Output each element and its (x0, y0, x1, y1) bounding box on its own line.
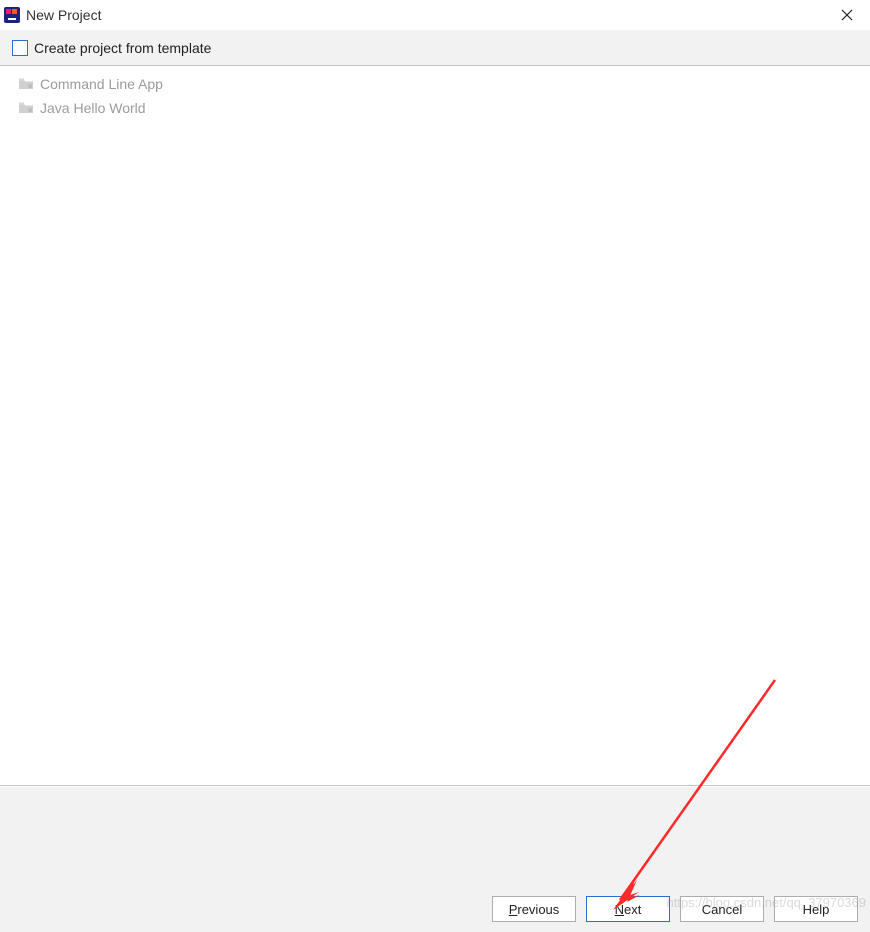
folder-icon (18, 101, 34, 115)
previous-button[interactable]: Previous (492, 896, 576, 922)
create-from-template-checkbox[interactable]: Create project from template (12, 40, 211, 56)
cancel-button[interactable]: Cancel (680, 896, 764, 922)
folder-icon (18, 77, 34, 91)
template-list: Command Line App Java Hello World (0, 66, 870, 786)
app-icon (4, 7, 20, 23)
titlebar: New Project (0, 0, 870, 30)
detail-panel (0, 786, 870, 886)
button-bar: Previous Next Cancel Help (0, 886, 870, 932)
help-button[interactable]: Help (774, 896, 858, 922)
create-from-template-label: Create project from template (34, 40, 211, 56)
close-button[interactable] (824, 0, 870, 30)
checkbox-icon (12, 40, 28, 56)
template-item-label: Command Line App (40, 76, 163, 92)
template-item[interactable]: Java Hello World (8, 96, 862, 120)
template-item[interactable]: Command Line App (8, 72, 862, 96)
next-button[interactable]: Next (586, 896, 670, 922)
close-icon (841, 9, 853, 21)
window-title: New Project (26, 7, 101, 23)
options-bar: Create project from template (0, 30, 870, 66)
template-item-label: Java Hello World (40, 100, 146, 116)
